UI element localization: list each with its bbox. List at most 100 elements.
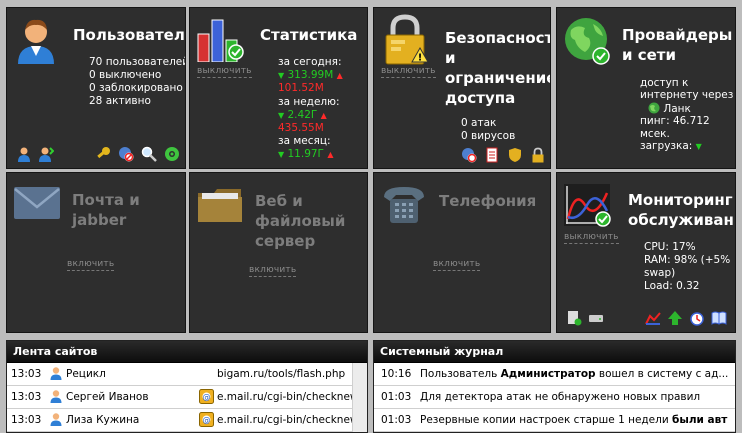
enable-telephony-link[interactable]: включить: [433, 259, 481, 271]
sites-feed-panel: Лента сайтов 13:03 Рецикл bigam.ru/tools/f…: [6, 340, 368, 433]
user-icon: [49, 412, 63, 429]
tile-monitoring[interactable]: выключить Мониторинг обслуживани CPU: 17…: [556, 172, 736, 333]
disable-statistics-link[interactable]: выключить: [197, 66, 252, 78]
key-icon[interactable]: [95, 146, 111, 162]
tile-title: Мониторинг обслуживани: [628, 191, 736, 229]
provider-info: доступ к интернету через Ланк пинг: 46.7…: [640, 77, 734, 153]
user-icon: [49, 366, 63, 383]
arrow-up-icon[interactable]: [667, 310, 683, 326]
users-stats: 70 пользователей 0 выключено 0 заблокиро…: [89, 56, 186, 108]
svg-text:!: !: [418, 53, 423, 64]
site-user[interactable]: Рецикл: [66, 368, 106, 380]
cpu-usage: CPU: 17%: [644, 241, 696, 253]
site-url[interactable]: e.mail.ru/cgi-bin/checknew: [217, 391, 353, 403]
viruses-count: 0 вирусов: [461, 130, 516, 142]
tile-statistics[interactable]: выключить Статистика за сегодня: ▼ 313.9…: [189, 7, 368, 169]
week-upload: 2.42Г: [287, 108, 318, 121]
monitoring-toolbar-right: [645, 310, 727, 326]
month-label: за месяц:: [278, 135, 331, 148]
tile-security[interactable]: ! выключить Безопасност и ограничение до…: [373, 7, 551, 169]
ping-value: пинг: 46.712: [640, 115, 710, 128]
block-user-icon[interactable]: [118, 146, 134, 162]
sites-feed-list: 13:03 Рецикл bigam.ru/tools/flash.php 13:03…: [7, 363, 367, 432]
tile-title: Провайдеры и сети: [622, 26, 733, 64]
tile-web[interactable]: Веб и файловый сервер включить: [189, 172, 368, 333]
document-icon[interactable]: [484, 147, 500, 163]
user-list-icon[interactable]: [16, 146, 32, 162]
telephone-icon: [384, 187, 424, 223]
log-message: Для детектора атак не обнаружено новых п…: [420, 391, 701, 403]
tile-providers[interactable]: Провайдеры и сети доступ к интернету чер…: [556, 7, 736, 169]
block-site-icon[interactable]: [461, 147, 477, 163]
globe-icon: [565, 18, 610, 65]
lock-icon[interactable]: [530, 147, 546, 163]
week-label: за неделю:: [278, 95, 340, 108]
tile-title: Почта и jabber: [72, 191, 140, 229]
tile-telephony[interactable]: Телефония включить: [373, 172, 551, 333]
log-message: Пользователь Администратор вошел в систе…: [420, 368, 728, 380]
table-row[interactable]: 13:03 Рецикл bigam.ru/tools/flash.php: [7, 363, 367, 386]
mail-at-icon: @: [199, 412, 214, 430]
disable-monitoring-link[interactable]: выключить: [564, 232, 619, 244]
site-time: 13:03: [11, 414, 42, 426]
disable-security-link[interactable]: выключить: [381, 66, 436, 78]
table-row[interactable]: 13:03 Сергей Иванов @ e.mail.ru/cgi-bin/che…: [7, 386, 367, 409]
padlock-icon: !: [385, 14, 428, 65]
week-download: 435.55M: [278, 122, 324, 135]
bar-chart-icon: [197, 19, 244, 62]
provider-name[interactable]: Ланк: [663, 103, 691, 115]
log-message: Резервные копии настроек старше 1 недели…: [420, 414, 728, 426]
table-row[interactable]: 10:16 Пользователь Администратор вошел в …: [374, 363, 735, 386]
log-time: 10:16: [381, 368, 412, 380]
tile-users[interactable]: Пользовател 70 пользователей 0 выключено…: [6, 7, 186, 169]
add-user-icon[interactable]: [38, 146, 55, 162]
users-toolbar: [16, 146, 55, 162]
log-time: 01:03: [381, 391, 412, 403]
shield-icon[interactable]: [507, 147, 523, 163]
system-load: CPU: 17% RAM: 98% (+5% swap) Load: 0.32: [644, 241, 731, 292]
load-average: Load: 0.32: [644, 280, 700, 292]
svg-text:@: @: [203, 416, 211, 425]
mail-at-icon: @: [199, 389, 214, 407]
settings-gear-icon[interactable]: [164, 146, 180, 162]
traffic-stats: за сегодня: ▼ 313.99M ▲ 101.52M за недел…: [278, 56, 343, 161]
table-row[interactable]: 13:03 Лиза Кужина @ e.mail.ru/cgi-bin/check…: [7, 409, 367, 432]
site-user[interactable]: Лиза Кужина: [66, 414, 139, 426]
site-url[interactable]: bigam.ru/tools/flash.php: [217, 368, 345, 380]
table-row[interactable]: 01:03 Для детектора атак не обнаружено но…: [374, 386, 735, 409]
add-page-icon[interactable]: [566, 310, 582, 326]
site-time: 13:03: [11, 391, 42, 403]
users-total: 70 пользователей: [89, 56, 186, 68]
alarm-clock-icon[interactable]: [689, 310, 705, 326]
security-stats: 0 атак 0 вирусов: [461, 117, 515, 143]
table-row[interactable]: 01:03 Резервные копии настроек старше 1 н…: [374, 409, 735, 432]
tile-title: Пользовател: [73, 26, 185, 44]
today-upload: 313.99M: [287, 69, 334, 82]
tile-title: Веб и файловый сервер: [255, 192, 346, 250]
users-active: 28 активно: [89, 95, 151, 107]
enable-mail-link[interactable]: включить: [67, 259, 115, 271]
line-chart-icon: [564, 184, 611, 227]
load-label: загрузка:: [640, 140, 693, 153]
chart-small-icon[interactable]: [645, 310, 661, 326]
folder-icon: [198, 189, 242, 222]
month-upload: 11.97Г: [287, 148, 324, 161]
sites-feed-title: Лента сайтов: [7, 341, 367, 363]
site-user[interactable]: Сергей Иванов: [66, 391, 149, 403]
system-log-title: Системный журнал: [374, 341, 735, 363]
book-icon[interactable]: [711, 310, 727, 326]
envelope-icon: [14, 187, 60, 219]
tile-mail[interactable]: Почта и jabber включить: [6, 172, 186, 333]
log-time: 01:03: [381, 414, 412, 426]
site-url[interactable]: e.mail.ru/cgi-bin/checknew: [217, 414, 353, 426]
search-icon[interactable]: [141, 146, 157, 162]
drive-icon[interactable]: [588, 310, 604, 326]
globe-small-icon: [648, 102, 660, 114]
users-blocked: 0 заблокировано: [89, 82, 183, 94]
users-actions: [95, 146, 180, 162]
ram-usage: RAM: 98% (+5%: [644, 254, 731, 266]
system-log-list: 10:16 Пользователь Администратор вошел в …: [374, 363, 735, 432]
user-icon: [49, 389, 63, 406]
enable-web-link[interactable]: включить: [249, 265, 297, 277]
sites-scrollbar[interactable]: [352, 363, 367, 432]
